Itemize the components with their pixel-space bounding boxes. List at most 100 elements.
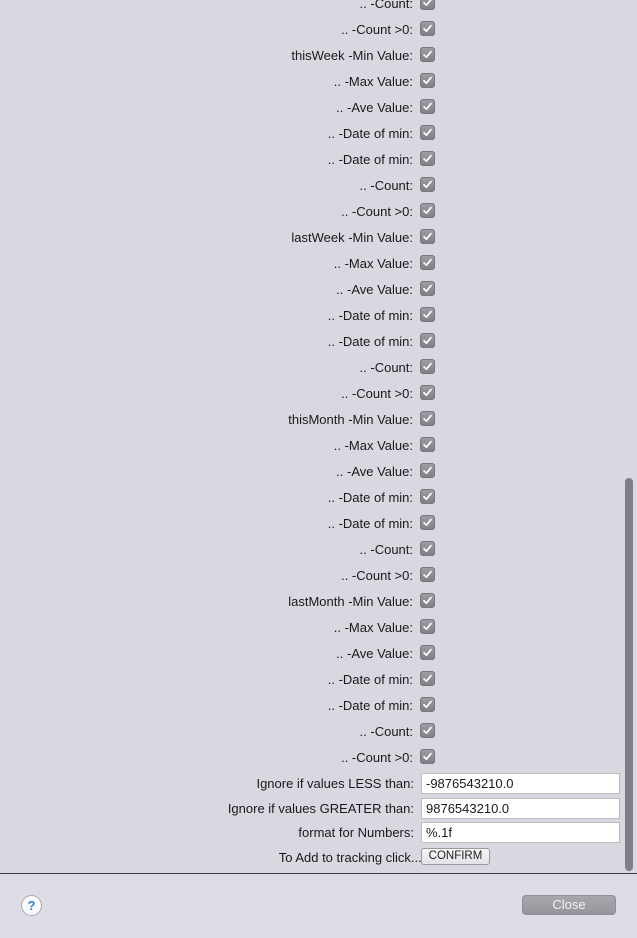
setting-label: .. -Date of min: [327, 516, 413, 531]
setting-row: .. -Count: [0, 173, 600, 199]
checkmark-icon [423, 336, 432, 345]
settings-list: .. -Count: .. -Count >0: thisWeek -Min Val… [0, 0, 600, 771]
setting-row: .. -Max Value: [0, 433, 600, 459]
checkmark-icon [423, 362, 432, 371]
checkmark-icon [423, 102, 432, 111]
setting-checkbox[interactable] [420, 73, 435, 88]
confirm-button[interactable]: CONFIRM [421, 848, 490, 865]
setting-checkbox[interactable] [420, 671, 435, 686]
setting-checkbox[interactable] [420, 307, 435, 322]
setting-label: .. -Count: [359, 0, 413, 11]
number-format-input[interactable] [421, 822, 620, 843]
setting-checkbox[interactable] [420, 437, 435, 452]
checkmark-icon [423, 0, 432, 7]
setting-label: .. -Count >0: [341, 22, 413, 37]
checkmark-icon [423, 50, 432, 59]
checkmark-icon [423, 414, 432, 423]
setting-label: .. -Max Value: [333, 74, 413, 89]
setting-checkbox[interactable] [420, 567, 435, 582]
setting-label: .. -Date of min: [327, 126, 413, 141]
help-button[interactable]: ? [21, 895, 42, 916]
setting-row: .. -Date of min: [0, 485, 600, 511]
setting-checkbox[interactable] [420, 255, 435, 270]
setting-checkbox[interactable] [420, 541, 435, 556]
setting-checkbox[interactable] [420, 697, 435, 712]
setting-row: .. -Date of min: [0, 667, 600, 693]
setting-checkbox[interactable] [420, 151, 435, 166]
setting-label: .. -Ave Value: [336, 646, 413, 661]
setting-checkbox[interactable] [420, 749, 435, 764]
setting-checkbox[interactable] [420, 489, 435, 504]
checkmark-icon [423, 622, 432, 631]
setting-row: .. -Date of min: [0, 147, 600, 173]
setting-checkbox[interactable] [420, 385, 435, 400]
scrollbar-thumb[interactable] [625, 478, 633, 871]
setting-row: .. -Count: [0, 0, 600, 17]
checkmark-icon [423, 310, 432, 319]
setting-row: thisMonth -Min Value: [0, 407, 600, 433]
checkmark-icon [423, 128, 432, 137]
checkmark-icon [423, 232, 432, 241]
checkmark-icon [423, 674, 432, 683]
setting-checkbox[interactable] [420, 177, 435, 192]
close-button[interactable]: Close [522, 895, 616, 915]
checkmark-icon [423, 440, 432, 449]
setting-label: .. -Max Value: [333, 620, 413, 635]
setting-checkbox[interactable] [420, 47, 435, 62]
setting-label: thisMonth -Min Value: [288, 412, 413, 427]
checkmark-icon [423, 596, 432, 605]
setting-label: .. -Date of min: [327, 490, 413, 505]
setting-row: .. -Date of min: [0, 303, 600, 329]
ignore-greater-input[interactable] [421, 798, 620, 819]
setting-checkbox[interactable] [420, 515, 435, 530]
setting-checkbox[interactable] [420, 463, 435, 478]
setting-label: .. -Date of min: [327, 334, 413, 349]
setting-label: .. -Date of min: [327, 308, 413, 323]
setting-checkbox[interactable] [420, 0, 435, 10]
setting-checkbox[interactable] [420, 229, 435, 244]
setting-checkbox[interactable] [420, 21, 435, 36]
setting-label: .. -Count: [359, 542, 413, 557]
ignore-greater-row: Ignore if values GREATER than: [0, 798, 630, 820]
number-format-label: format for Numbers: [298, 825, 414, 840]
ignore-less-row: Ignore if values LESS than: [0, 773, 630, 795]
setting-row: .. -Max Value: [0, 615, 600, 641]
setting-checkbox[interactable] [420, 333, 435, 348]
setting-checkbox[interactable] [420, 619, 435, 634]
setting-row: .. -Count >0: [0, 563, 600, 589]
setting-row: .. -Count >0: [0, 199, 600, 225]
checkmark-icon [423, 180, 432, 189]
setting-label: .. -Max Value: [333, 438, 413, 453]
setting-checkbox[interactable] [420, 203, 435, 218]
setting-row: .. -Date of min: [0, 121, 600, 147]
ignore-less-input[interactable] [421, 773, 620, 794]
setting-row: .. -Date of min: [0, 693, 600, 719]
setting-label: lastWeek -Min Value: [291, 230, 413, 245]
setting-checkbox[interactable] [420, 645, 435, 660]
setting-row: lastMonth -Min Value: [0, 589, 600, 615]
setting-checkbox[interactable] [420, 125, 435, 140]
setting-checkbox[interactable] [420, 359, 435, 374]
settings-scroll-area[interactable]: .. -Count: .. -Count >0: thisWeek -Min Val… [0, 0, 637, 873]
setting-label: .. -Max Value: [333, 256, 413, 271]
setting-checkbox[interactable] [420, 411, 435, 426]
checkmark-icon [423, 518, 432, 527]
setting-checkbox[interactable] [420, 593, 435, 608]
setting-label: .. -Count: [359, 724, 413, 739]
checkmark-icon [423, 76, 432, 85]
setting-checkbox[interactable] [420, 723, 435, 738]
setting-label: .. -Date of min: [327, 698, 413, 713]
setting-row: .. -Max Value: [0, 69, 600, 95]
setting-row: .. -Ave Value: [0, 95, 600, 121]
setting-checkbox[interactable] [420, 281, 435, 296]
setting-row: .. -Count: [0, 719, 600, 745]
setting-checkbox[interactable] [420, 99, 435, 114]
setting-row: .. -Count >0: [0, 17, 600, 43]
add-tracking-row: To Add to tracking click....: CONFIRM [0, 847, 630, 869]
checkmark-icon [423, 700, 432, 709]
setting-label: .. -Count >0: [341, 750, 413, 765]
setting-label: .. -Date of min: [327, 152, 413, 167]
setting-label: .. -Date of min: [327, 672, 413, 687]
vertical-scrollbar[interactable] [622, 0, 637, 873]
setting-label: lastMonth -Min Value: [288, 594, 413, 609]
